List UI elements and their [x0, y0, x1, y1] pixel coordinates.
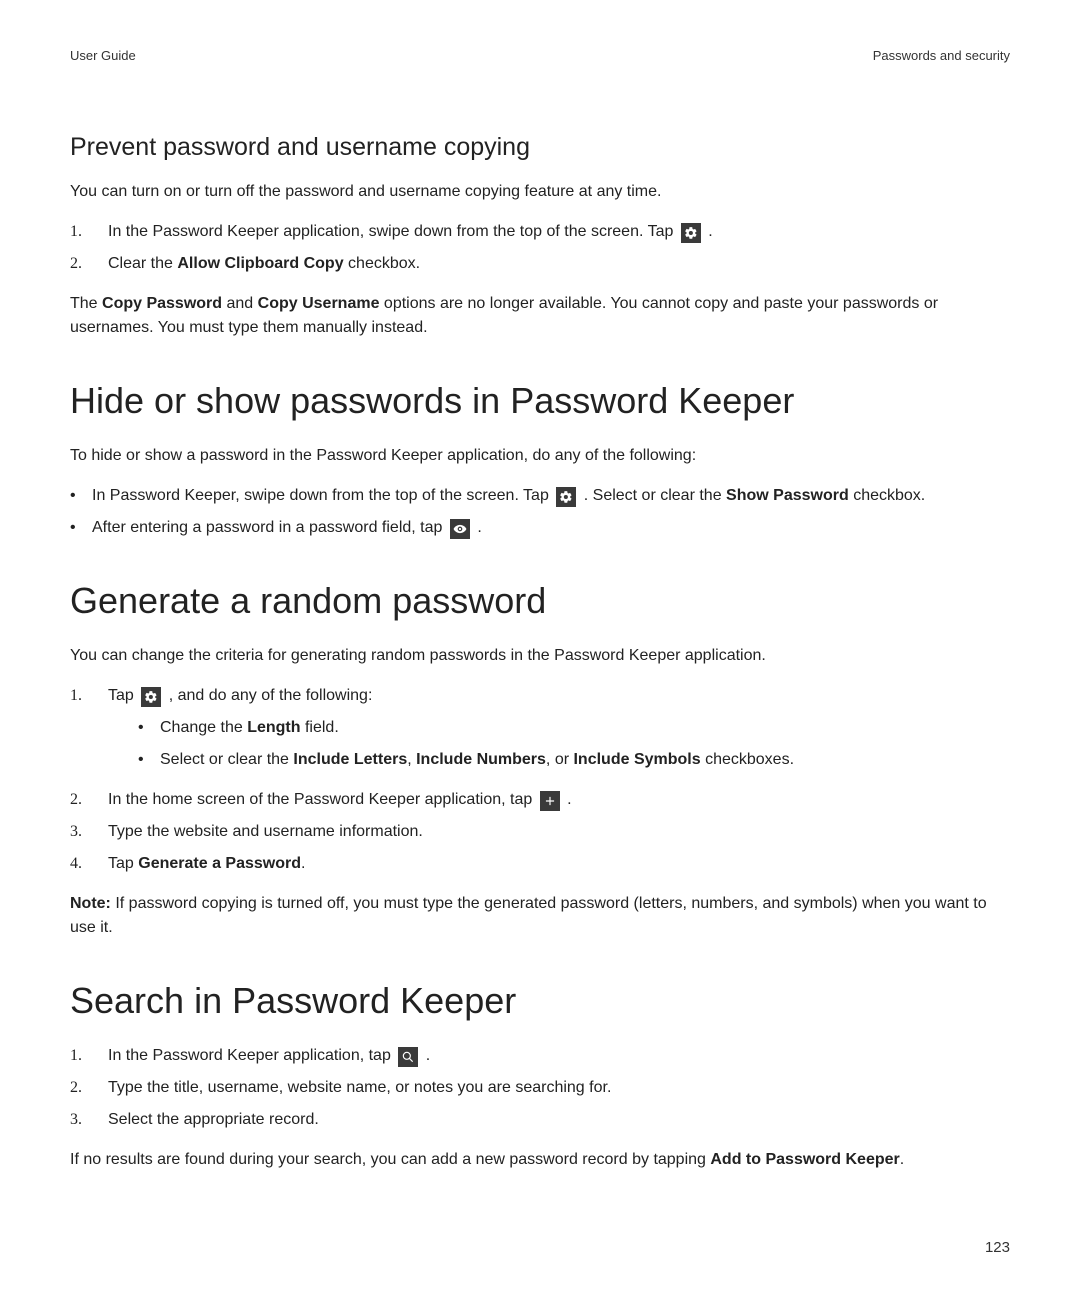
section-prevent-title: Prevent password and username copying	[70, 133, 1010, 162]
step-number: 1.	[70, 220, 108, 244]
section-hide-bullets: In Password Keeper, swipe down from the …	[70, 484, 1010, 540]
section-hide-title: Hide or show passwords in Password Keepe…	[70, 380, 1010, 422]
eye-icon	[450, 519, 470, 539]
bold-text: Length	[247, 719, 300, 736]
list-item: 3. Select the appropriate record.	[70, 1108, 1010, 1132]
step-number: 2.	[70, 1076, 108, 1100]
list-item: After entering a password in a password …	[70, 516, 1010, 540]
step-number: 2.	[70, 788, 108, 812]
list-item: 2. Type the title, username, website nam…	[70, 1076, 1010, 1100]
list-item: Change the Length field.	[138, 716, 1010, 740]
list-item: 4. Tap Generate a Password.	[70, 852, 1010, 876]
gear-icon	[556, 487, 576, 507]
page-header: User Guide Passwords and security	[70, 48, 1010, 63]
note-label: Note:	[70, 895, 111, 912]
step-number: 1.	[70, 1044, 108, 1068]
list-item: 1. In the Password Keeper application, s…	[70, 220, 1010, 244]
header-right: Passwords and security	[873, 48, 1010, 63]
list-item: 2. Clear the Allow Clipboard Copy checkb…	[70, 252, 1010, 276]
step-text: Clear the Allow Clipboard Copy checkbox.	[108, 252, 1010, 276]
document-page: User Guide Passwords and security Preven…	[0, 0, 1080, 1296]
section-prevent-steps: 1. In the Password Keeper application, s…	[70, 220, 1010, 276]
step-number: 3.	[70, 820, 108, 844]
bold-text: Include Letters	[293, 751, 407, 768]
step-text: Tap , and do any of the following: Chang…	[108, 684, 1010, 780]
section-prevent-intro: You can turn on or turn off the password…	[70, 180, 1010, 204]
section-search-para: If no results are found during your sear…	[70, 1148, 1010, 1172]
bold-text: Show Password	[726, 487, 849, 504]
step-number: 1.	[70, 684, 108, 708]
bold-text: Add to Password Keeper	[710, 1151, 899, 1168]
section-generate-intro: You can change the criteria for generati…	[70, 644, 1010, 668]
list-item: 1. In the Password Keeper application, t…	[70, 1044, 1010, 1068]
list-item: In Password Keeper, swipe down from the …	[70, 484, 1010, 508]
search-icon	[398, 1047, 418, 1067]
step-text: In the Password Keeper application, swip…	[108, 220, 1010, 244]
list-item: 2. In the home screen of the Password Ke…	[70, 788, 1010, 812]
bold-text: Include Symbols	[573, 751, 700, 768]
section-prevent-para: The Copy Password and Copy Username opti…	[70, 292, 1010, 340]
section-generate-title: Generate a random password	[70, 580, 1010, 622]
gear-icon	[141, 687, 161, 707]
step-text: In the home screen of the Password Keepe…	[108, 788, 1010, 812]
plus-icon	[540, 791, 560, 811]
step-text: In the Password Keeper application, tap …	[108, 1044, 1010, 1068]
section-search-steps: 1. In the Password Keeper application, t…	[70, 1044, 1010, 1132]
section-generate-steps: 1. Tap , and do any of the following: Ch…	[70, 684, 1010, 876]
page-number: 123	[985, 1239, 1010, 1256]
section-hide-intro: To hide or show a password in the Passwo…	[70, 444, 1010, 468]
gear-icon	[681, 223, 701, 243]
list-item: Select or clear the Include Letters, Inc…	[138, 748, 1010, 772]
list-item: 3. Type the website and username informa…	[70, 820, 1010, 844]
bold-text: Allow Clipboard Copy	[177, 255, 343, 272]
section-generate-note: Note: If password copying is turned off,…	[70, 892, 1010, 940]
list-item: 1. Tap , and do any of the following: Ch…	[70, 684, 1010, 780]
step-text: Type the title, username, website name, …	[108, 1076, 1010, 1100]
bold-text: Copy Password	[102, 295, 222, 312]
header-left: User Guide	[70, 48, 136, 63]
step-number: 2.	[70, 252, 108, 276]
step-text: Select the appropriate record.	[108, 1108, 1010, 1132]
step-number: 3.	[70, 1108, 108, 1132]
bold-text: Include Numbers	[416, 751, 546, 768]
step-text: Type the website and username informatio…	[108, 820, 1010, 844]
section-search-title: Search in Password Keeper	[70, 980, 1010, 1022]
bold-text: Generate a Password	[138, 855, 301, 872]
step-number: 4.	[70, 852, 108, 876]
bold-text: Copy Username	[258, 295, 380, 312]
step-text: Tap Generate a Password.	[108, 852, 1010, 876]
sub-bullets: Change the Length field. Select or clear…	[108, 716, 1010, 772]
